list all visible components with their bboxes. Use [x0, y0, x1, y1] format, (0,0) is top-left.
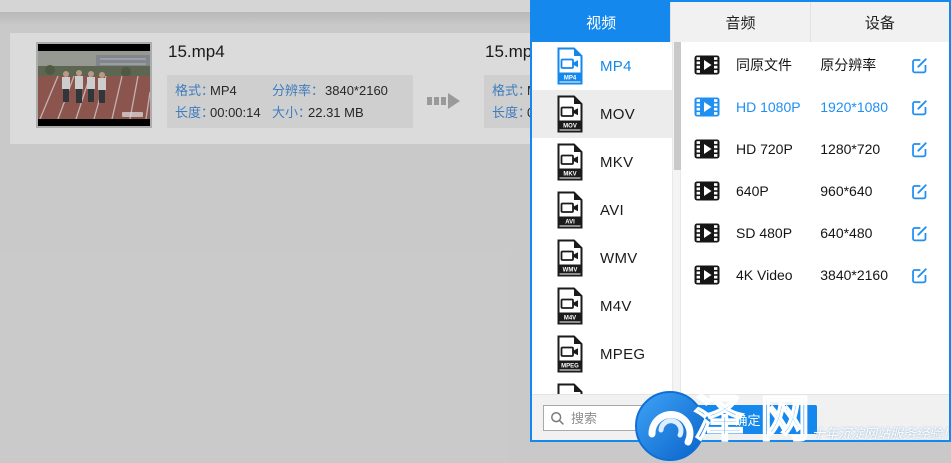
tab-视频[interactable]: 视频: [532, 2, 670, 42]
filmstrip-icon: [694, 97, 720, 117]
preset-name: 4K Video: [736, 267, 820, 283]
edit-icon[interactable]: [910, 266, 929, 285]
edit-icon[interactable]: [910, 140, 929, 159]
format-list: MP4 MP4 MOV MOV MKV MKV AV: [532, 42, 672, 394]
filmstrip-icon: [694, 181, 720, 201]
size-label: 大小：: [272, 104, 311, 121]
preset-resolution: 960*640: [820, 183, 910, 199]
format-item-mp4[interactable]: MP4 MP4: [532, 42, 672, 90]
file-type-icon: MP4: [556, 46, 584, 86]
format-label: MP4: [600, 58, 632, 75]
duration-label: 长度：: [492, 104, 531, 121]
format-label: MKV: [600, 154, 633, 171]
output-format-popup: 视频音频设备 MP4 MP4 MOV MOV MK: [530, 0, 951, 442]
preset-name: 同原文件: [736, 55, 820, 75]
preset-row[interactable]: SD 480P 640*480: [681, 212, 949, 254]
svg-text:MKV: MKV: [563, 171, 576, 177]
edit-icon[interactable]: [910, 182, 929, 201]
filmstrip-icon: [694, 55, 720, 75]
format-item-mpeg[interactable]: MPEG MPEG: [532, 330, 672, 378]
search-input[interactable]: [569, 410, 659, 427]
tab-设备[interactable]: 设备: [810, 2, 949, 42]
edit-icon[interactable]: [910, 56, 929, 75]
size-value: 22.31 MB: [308, 104, 364, 121]
video-frame-image: [38, 44, 150, 126]
format-item-wmv[interactable]: WMV WMV: [532, 234, 672, 282]
preset-name: HD 1080P: [736, 99, 820, 115]
format-item[interactable]: [532, 378, 672, 394]
source-file-info: 格式： MP4 分辨率： 3840*2160 长度： 00:00:14 大小： …: [167, 75, 413, 128]
convert-arrow-icon: [427, 89, 461, 113]
file-type-icon: M4V: [556, 286, 584, 326]
video-thumbnail: [36, 42, 152, 128]
file-type-icon: AVI: [556, 190, 584, 230]
tab-音频[interactable]: 音频: [670, 2, 809, 42]
popup-footer: 确定: [532, 394, 949, 440]
format-label: MPEG: [600, 346, 645, 363]
format-item-m4v[interactable]: M4V M4V: [532, 282, 672, 330]
preset-row[interactable]: 4K Video 3840*2160: [681, 254, 949, 296]
preset-row[interactable]: HD 1080P 1920*1080: [681, 86, 949, 128]
format-label: 格式：: [492, 82, 531, 99]
filmstrip-icon: [694, 139, 720, 159]
popup-body: MP4 MP4 MOV MOV MKV MKV AV: [532, 42, 949, 394]
scrollbar-thumb[interactable]: [674, 42, 681, 170]
format-label: AVI: [600, 202, 624, 219]
preset-row[interactable]: HD 720P 1280*720: [681, 128, 949, 170]
format-label: WMV: [600, 250, 638, 267]
edit-icon[interactable]: [910, 224, 929, 243]
preset-resolution: 640*480: [820, 225, 910, 241]
resolution-value: 3840*2160: [325, 82, 388, 99]
confirm-button[interactable]: 确定: [678, 405, 817, 434]
duration-value: 00:00:14: [210, 104, 261, 121]
svg-text:MOV: MOV: [563, 123, 577, 129]
file-type-icon: MOV: [556, 94, 584, 134]
filmstrip-icon: [694, 265, 720, 285]
preset-name: SD 480P: [736, 225, 820, 241]
format-item-mov[interactable]: MOV MOV: [532, 90, 672, 138]
preset-list: 同原文件 原分辨率 HD 1080P 1920*1080: [681, 44, 949, 296]
format-item-mkv[interactable]: MKV MKV: [532, 138, 672, 186]
edit-icon[interactable]: [910, 98, 929, 117]
search-icon: [550, 411, 565, 426]
svg-text:AVI: AVI: [565, 219, 575, 225]
format-list-scrollbar[interactable]: [672, 42, 681, 394]
video-converter-window: 15.mp4 格式： MP4 分辨率： 3840*2160 长度： 00:00:…: [0, 0, 951, 463]
svg-text:MP4: MP4: [564, 75, 577, 81]
svg-text:MPEG: MPEG: [561, 363, 579, 369]
search-box[interactable]: [543, 405, 671, 431]
preset-row[interactable]: 同原文件 原分辨率: [681, 44, 949, 86]
dim-overlay: [530, 442, 951, 463]
filmstrip-icon: [694, 223, 720, 243]
preset-name: HD 720P: [736, 141, 820, 157]
preset-name: 640P: [736, 183, 820, 199]
preset-resolution: 3840*2160: [820, 267, 910, 283]
preset-resolution: 原分辨率: [820, 55, 910, 75]
format-item-avi[interactable]: AVI AVI: [532, 186, 672, 234]
duration-label: 长度：: [175, 104, 214, 121]
file-type-icon: MPEG: [556, 334, 584, 374]
format-label: MOV: [600, 106, 635, 123]
preset-row[interactable]: 640P 960*640: [681, 170, 949, 212]
source-file-title: 15.mp4: [168, 42, 225, 62]
file-type-icon: MKV: [556, 142, 584, 182]
file-type-icon: [556, 382, 584, 394]
preset-resolution: 1920*1080: [820, 99, 910, 115]
popup-tab-bar: 视频音频设备: [532, 2, 949, 42]
svg-text:M4V: M4V: [564, 315, 576, 321]
format-label: M4V: [600, 298, 632, 315]
svg-text:WMV: WMV: [563, 267, 578, 273]
preset-resolution: 1280*720: [820, 141, 910, 157]
file-type-icon: WMV: [556, 238, 584, 278]
resolution-label: 分辨率：: [272, 82, 324, 99]
format-value: MP4: [210, 82, 237, 99]
format-label: 格式：: [175, 82, 214, 99]
